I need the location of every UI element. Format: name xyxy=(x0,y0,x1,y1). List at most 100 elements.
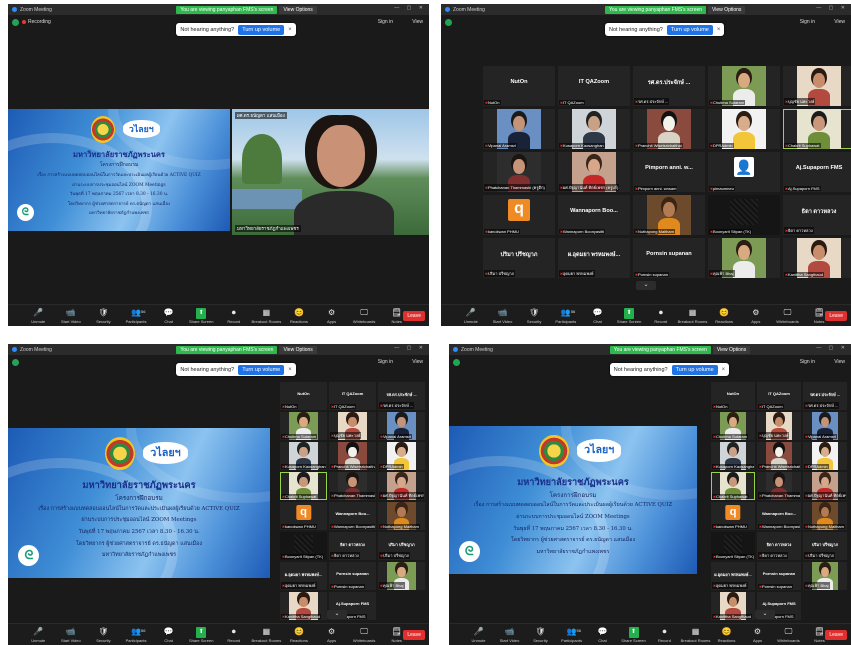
view-options-button[interactable]: View Options xyxy=(712,345,751,354)
more-participants-chevron-icon[interactable]: ⌄ xyxy=(755,610,775,619)
sign-in-link[interactable]: Sign in xyxy=(800,19,815,25)
view-button[interactable]: View xyxy=(834,19,845,25)
start-video-button[interactable]: 📹 Start Video xyxy=(56,308,86,324)
participant-tile[interactable]: Kanittha Sangthaud xyxy=(711,592,755,620)
participants-button[interactable]: 👥 Participants 56 xyxy=(551,308,581,324)
participant-tile[interactable]: Boonyarit Sitpan (TK) xyxy=(711,532,755,560)
participant-tile[interactable]: Aj.Supaporn FMS Aj.Supaporn FMS xyxy=(783,152,851,192)
whiteboards-button[interactable]: 🖵 Whiteboards xyxy=(349,308,379,324)
security-button[interactable]: 🛡 Security xyxy=(88,308,118,324)
share-screen-button[interactable]: ⬆ Share Screen xyxy=(614,308,644,324)
participant-tile[interactable]: ผ.อุดมยา พรหมพงษ์... อุดมยา พรหมพงษ์ xyxy=(558,238,630,278)
participant-tile[interactable]: Chakrit Suphawat xyxy=(783,109,851,149)
participant-tile[interactable]: Kanittha Sangthaud xyxy=(280,592,327,620)
breakout-rooms-button[interactable]: ▦ Breakout Rooms xyxy=(251,627,281,643)
participant-tile[interactable]: IT QAZoom IT QAZoom xyxy=(757,382,801,410)
share-screen-button[interactable]: ⬆ Share Screen xyxy=(186,308,216,324)
turn-up-volume-button[interactable]: Turn up volume xyxy=(666,24,713,35)
view-options-button[interactable]: View Options xyxy=(708,5,746,14)
reactions-button[interactable]: 😊 Reactions xyxy=(284,308,314,324)
participant-tile[interactable]: Wannaporn Boo... Wannaporn Boonyasitti xyxy=(757,502,801,530)
leave-button[interactable]: Leave xyxy=(825,630,847,640)
view-button[interactable]: View xyxy=(412,19,423,25)
participant-tile[interactable]: IT QAZoom IT QAZoom xyxy=(329,382,376,410)
view-options-button[interactable]: View Options xyxy=(279,5,317,14)
participant-tile[interactable]: ผศ.ปัฐญานันท์ ทิตย์เพชร (ครูบร์) xyxy=(378,472,425,500)
reactions-button[interactable]: 😊 Reactions xyxy=(712,627,742,643)
chat-button[interactable]: 💬 Chat xyxy=(154,627,184,643)
participant-tile[interactable]: q kanokwan PHMU xyxy=(483,195,555,235)
participant-tile[interactable]: ธิดา ดาวหลวงธิดา ดาวหลวง xyxy=(329,532,376,560)
participant-tile[interactable]: รศ.ดร.ประจักษ์ ... รศ.ดร.ประจักษ์ ... xyxy=(633,66,705,106)
participant-tile[interactable]: ผศ.ปัฐญานันท์ ทิตย์เพชร (ครูบร์) xyxy=(803,472,847,500)
leave-button[interactable]: Leave xyxy=(403,311,425,321)
participant-tile[interactable]: บุญชัย นพะวงษ์ xyxy=(329,412,376,440)
participant-tile[interactable]: Chutima Sutaram xyxy=(711,412,755,440)
chat-button[interactable]: 💬 Chat xyxy=(583,308,613,324)
apps-button[interactable]: ⚙ Apps xyxy=(317,308,347,324)
participant-tile[interactable]: Kusaporn Kaosanghan xyxy=(558,109,630,149)
participant-tile[interactable]: NutOn NutOn xyxy=(280,382,327,410)
participant-tile[interactable]: คุณฟ้า Bhaj xyxy=(803,562,847,590)
participant-tile[interactable]: Wannaporn Boo... Wannaporn Boonyasitti xyxy=(558,195,630,235)
whiteboards-button[interactable]: 🖵 Whiteboards xyxy=(773,308,803,324)
turn-up-volume-button[interactable]: Turn up volume xyxy=(671,364,718,375)
whiteboards-button[interactable]: 🖵 Whiteboards xyxy=(774,627,804,643)
participant-tile[interactable]: Pornsin supanan Pornsin supanan xyxy=(329,562,376,590)
participant-tile[interactable]: Pranchit Wisetsrichaithai xyxy=(329,442,376,470)
participant-tile[interactable]: Chakrit Suphawat xyxy=(280,472,327,500)
participant-tile[interactable]: Pornsin supanan Pornsin supanan xyxy=(757,562,801,590)
breakout-rooms-button[interactable]: ▦ Breakout Rooms xyxy=(681,627,711,643)
start-video-button[interactable]: 📹 Start Video xyxy=(488,308,518,324)
participant-tile[interactable]: ปริมา ปรีชญาภปริมา ปรีชญาภ xyxy=(378,532,425,560)
participant-tile[interactable]: รศ.ดร.ประจักษ์ ... รศ.ดร.ประจักษ์ ... xyxy=(803,382,847,410)
participant-tile[interactable]: ผ.อุดมยา พรหมพงษ์... อุดมยา พรหมพงษ์ xyxy=(711,562,755,590)
participant-tile[interactable]: ธิดา ดาวหลวงธิดา ดาวหลวง xyxy=(757,532,801,560)
participant-tile[interactable]: บุญชัย นพะวงษ์ xyxy=(757,412,801,440)
breakout-rooms-button[interactable]: ▦ Breakout Rooms xyxy=(251,308,281,324)
toast-close-icon[interactable]: × xyxy=(722,367,726,373)
participant-tile[interactable]: Chutima Sutaram xyxy=(708,66,780,106)
participant-tile[interactable]: ปริมา ปรีชญาภปริมา ปรีชญาภ xyxy=(803,532,847,560)
breakout-rooms-button[interactable]: ▦ Breakout Rooms xyxy=(678,308,708,324)
toast-close-icon[interactable]: × xyxy=(717,27,721,33)
unmute-button[interactable]: 🎤 Unmute xyxy=(23,627,53,643)
participants-button[interactable]: 👥 Participants 56 xyxy=(121,308,151,324)
participant-tile[interactable]: DPRAdmin xyxy=(708,109,780,149)
participant-tile[interactable]: DPRAdmin xyxy=(378,442,425,470)
whiteboards-button[interactable]: 🖵 Whiteboards xyxy=(349,627,379,643)
participant-tile[interactable]: q kanokwan PHMU xyxy=(280,502,327,530)
participant-tile[interactable]: ผ.อุดมยา พรหมพงษ์... อุดมยา พรหมพงษ์ xyxy=(280,562,327,590)
chat-button[interactable]: 💬 Chat xyxy=(154,308,184,324)
participant-tile[interactable]: NutOn NutOn xyxy=(711,382,755,410)
security-button[interactable]: 🛡 Security xyxy=(88,627,118,643)
share-screen-button[interactable]: ⬆ Share Screen xyxy=(619,627,649,643)
leave-button[interactable]: Leave xyxy=(825,311,847,321)
participant-tile[interactable]: รศ.ดร.ประจักษ์ ... รศ.ดร.ประจักษ์ ... xyxy=(378,382,425,410)
participant-tile[interactable]: Nuthapong Maitham xyxy=(803,502,847,530)
record-button[interactable]: ⏺ Record xyxy=(650,627,680,643)
participant-tile[interactable]: q kanokwan PHMU xyxy=(711,502,755,530)
reactions-button[interactable]: 😊 Reactions xyxy=(284,627,314,643)
toast-close-icon[interactable]: × xyxy=(288,367,292,373)
participant-tile[interactable]: Vipanai Aramsri xyxy=(483,109,555,149)
leave-button[interactable]: Leave xyxy=(403,630,425,640)
participant-tile[interactable]: บุญชัย นพะวงษ์ xyxy=(783,66,851,106)
participant-tile[interactable]: Kusaporn Kaosanghan xyxy=(711,442,755,470)
participant-tile[interactable]: ธิดา ดาวหลวงธิดา ดาวหลวง xyxy=(783,195,851,235)
view-button[interactable]: View xyxy=(834,359,845,365)
participant-tile[interactable]: Chutima Sutaram xyxy=(280,412,327,440)
participant-tile[interactable]: คุณฟ้า Bhaj xyxy=(708,238,780,278)
participant-tile[interactable]: IT QAZoom IT QAZoom xyxy=(558,66,630,106)
security-button[interactable]: 🛡 Security xyxy=(519,308,549,324)
participant-tile[interactable]: Phatchanan Thammasiri (ครูติก) xyxy=(329,472,376,500)
participant-tile[interactable]: 👤 pimaumneu xyxy=(708,152,780,192)
participant-tile[interactable]: คุณฟ้า Bhaj xyxy=(378,562,425,590)
participant-tile[interactable]: Kanittha Sangthaud xyxy=(783,238,851,278)
participants-button[interactable]: 👥 Participants 56 xyxy=(121,627,151,643)
participants-button[interactable]: 👥 Participants 56 xyxy=(557,627,587,643)
participant-tile[interactable]: DPRAdmin xyxy=(803,442,847,470)
participant-tile[interactable]: Boonyarit Sitpan (TK) xyxy=(280,532,327,560)
participant-tile[interactable]: Nuthapong Maitham xyxy=(378,502,425,530)
apps-button[interactable]: ⚙ Apps xyxy=(741,308,771,324)
